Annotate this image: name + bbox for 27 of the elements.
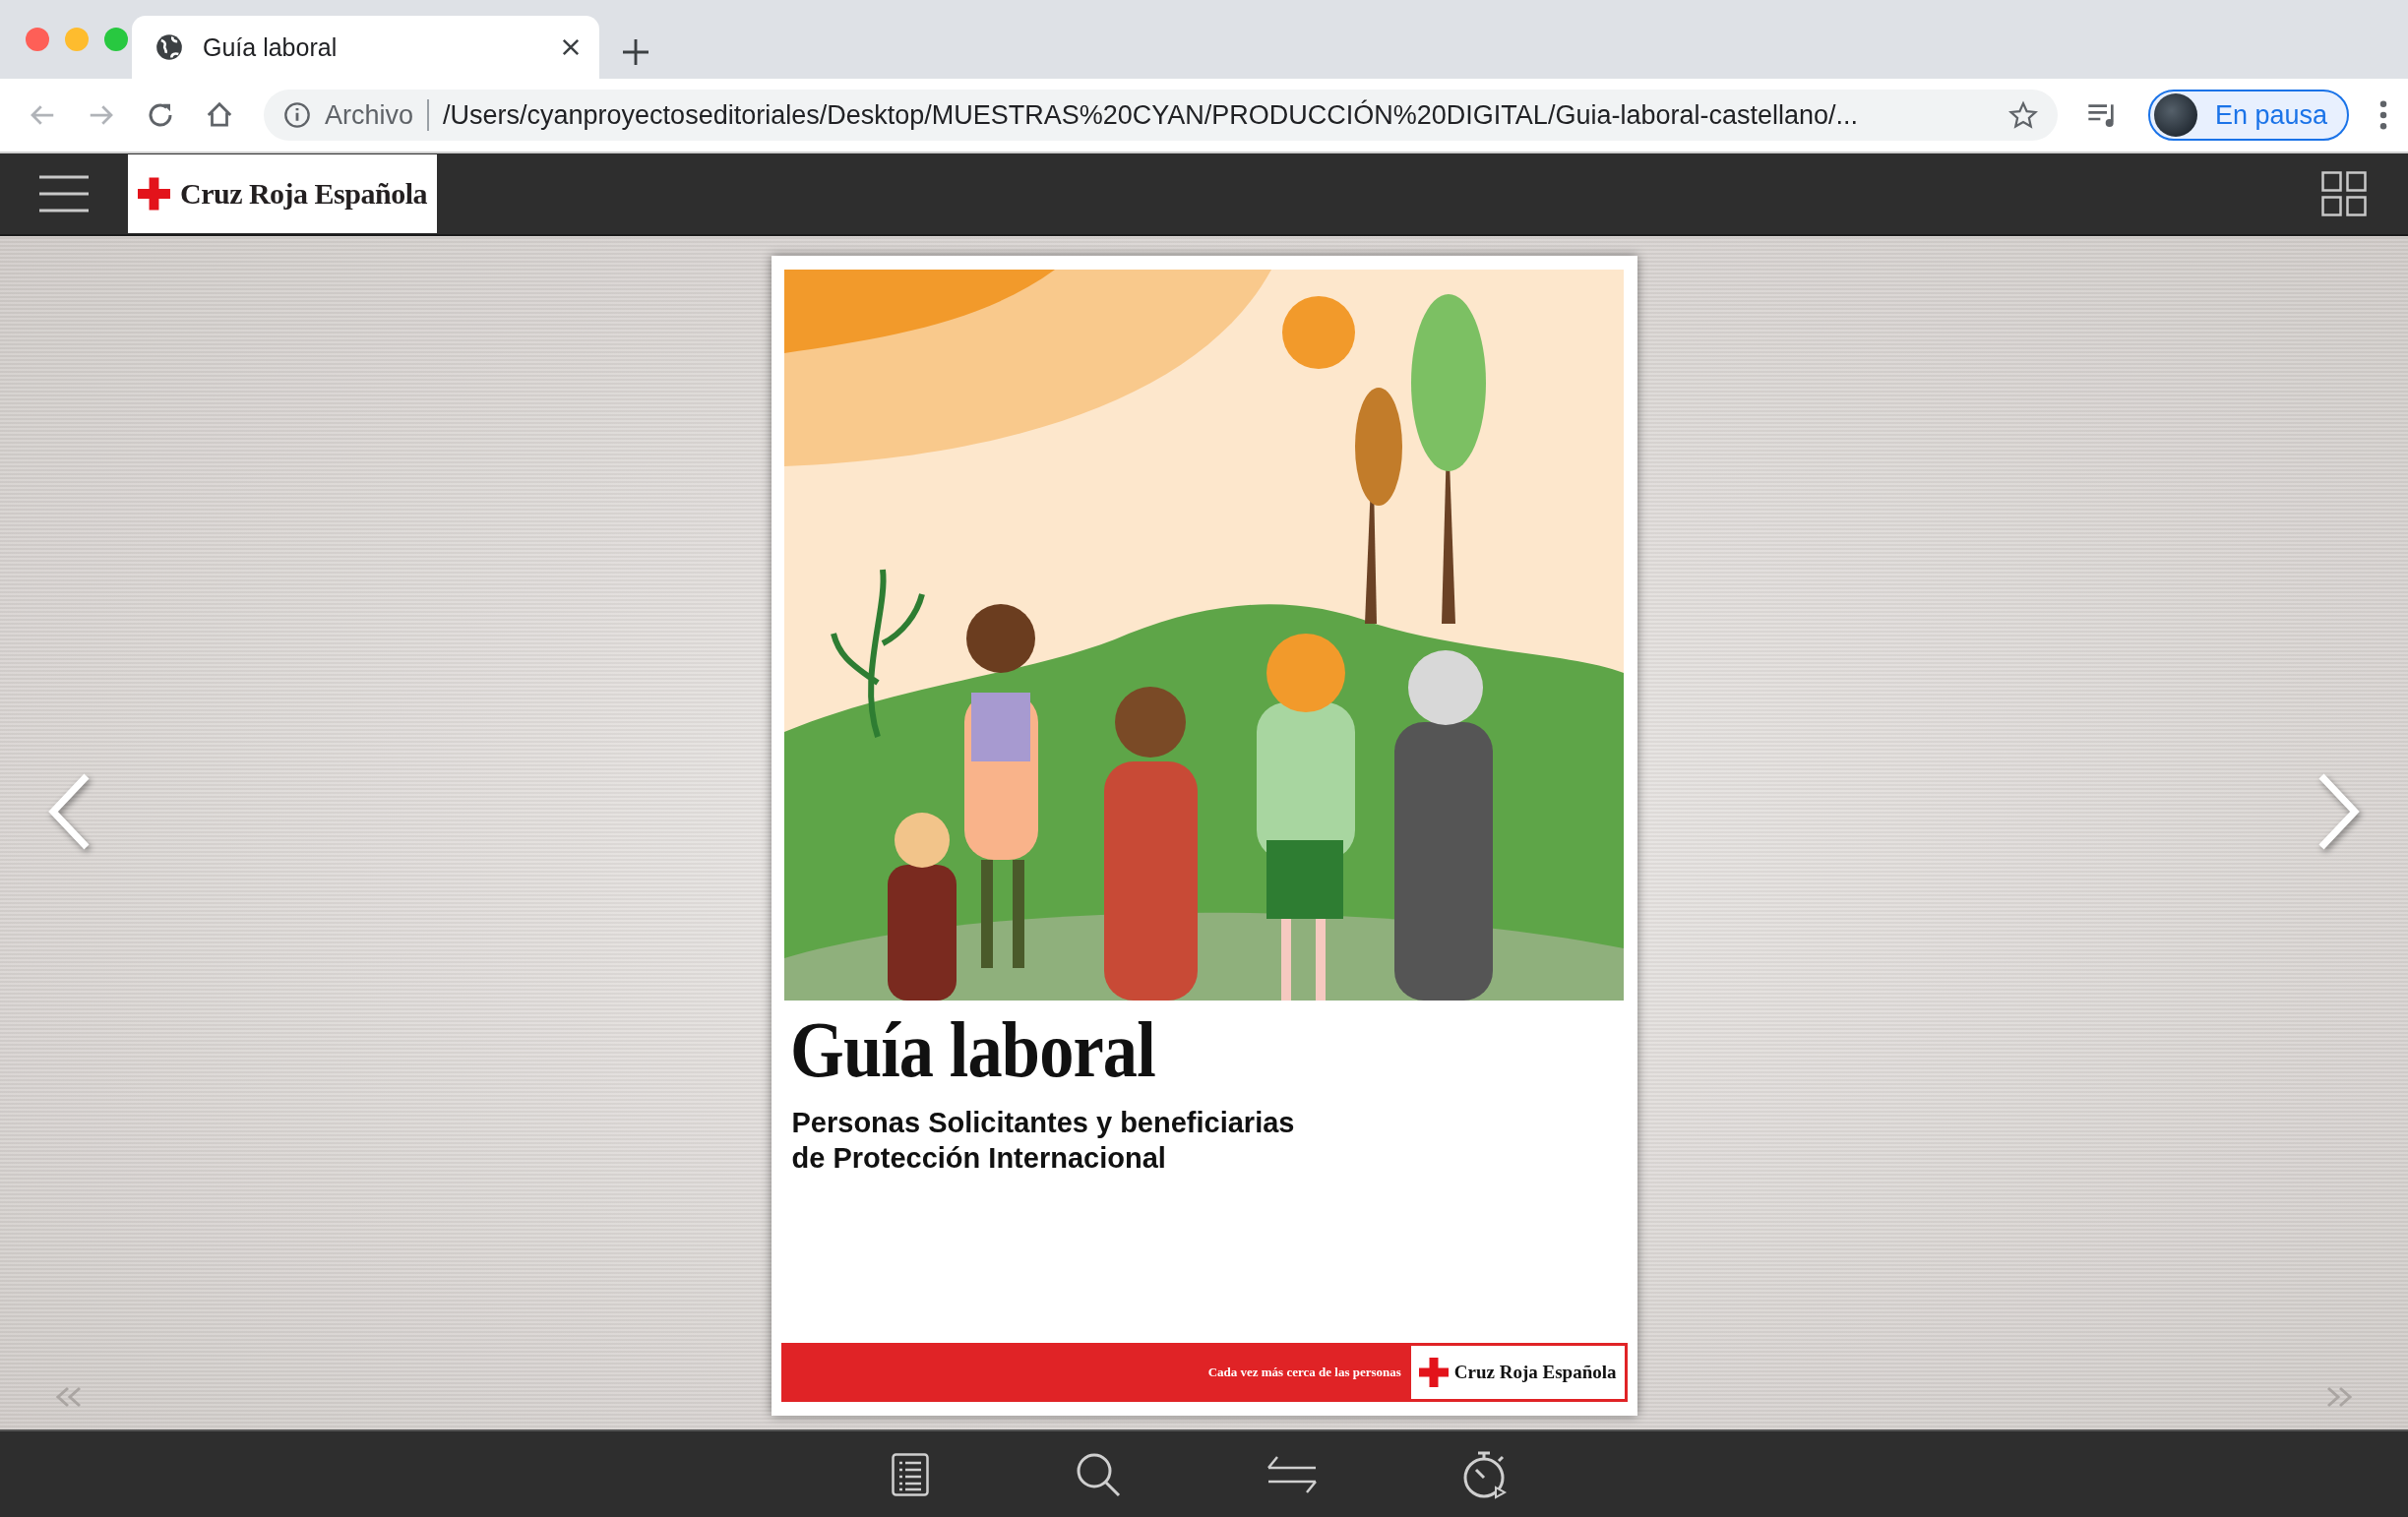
logo-text: Cruz Roja Española bbox=[179, 177, 427, 211]
cross-emblem-icon bbox=[1418, 1358, 1449, 1387]
url-text: /Users/cyanproyectoseditoriales/Desktop/MUESTRAS%20CYAN/PRODUCCIÓN%20DIGITAL/Guia-laboral-castellano/... bbox=[443, 99, 1860, 131]
tab-title: Guía laboral bbox=[203, 32, 339, 62]
new-tab-icon[interactable] bbox=[623, 39, 648, 65]
table-of-contents-icon[interactable] bbox=[891, 1452, 929, 1496]
stopwatch-icon[interactable] bbox=[1461, 1449, 1508, 1499]
cover-subtitle-line: Personas Solicitantes y beneficiarias bbox=[791, 1106, 1295, 1140]
logo-text: Cruz Roja Española bbox=[1453, 1362, 1617, 1383]
swap-arrows-icon[interactable] bbox=[1266, 1454, 1317, 1494]
avatar-icon bbox=[2153, 93, 2197, 137]
more-menu-icon[interactable] bbox=[2378, 100, 2388, 130]
next-page-icon[interactable] bbox=[2317, 771, 2361, 851]
close-tab-icon[interactable] bbox=[562, 38, 580, 56]
cover-subtitle-line: de Protección Internacional bbox=[791, 1141, 1166, 1177]
star-icon[interactable] bbox=[2007, 100, 2038, 130]
previous-page-icon[interactable] bbox=[47, 771, 91, 851]
menu-icon[interactable] bbox=[39, 174, 89, 213]
tagline: Cada vez más cerca de las personas bbox=[1207, 1365, 1401, 1380]
grid-view-icon[interactable] bbox=[2321, 171, 2367, 216]
scheme-label: Archivo bbox=[325, 99, 430, 131]
browser-tab[interactable]: Guía laboral bbox=[132, 16, 599, 79]
profile-button[interactable]: En pausa bbox=[2147, 90, 2349, 141]
info-icon bbox=[283, 101, 311, 129]
globe-icon bbox=[155, 33, 183, 61]
cover-title: Guía laboral bbox=[789, 1008, 1156, 1091]
address-bar[interactable]: Archivo /Users/cyanproyectoseditoriales/Desktop/MUESTRAS%20CYAN/PRODUCCIÓN%20DIGITAL/Guia-laboral-castellano/... bbox=[264, 90, 2058, 141]
